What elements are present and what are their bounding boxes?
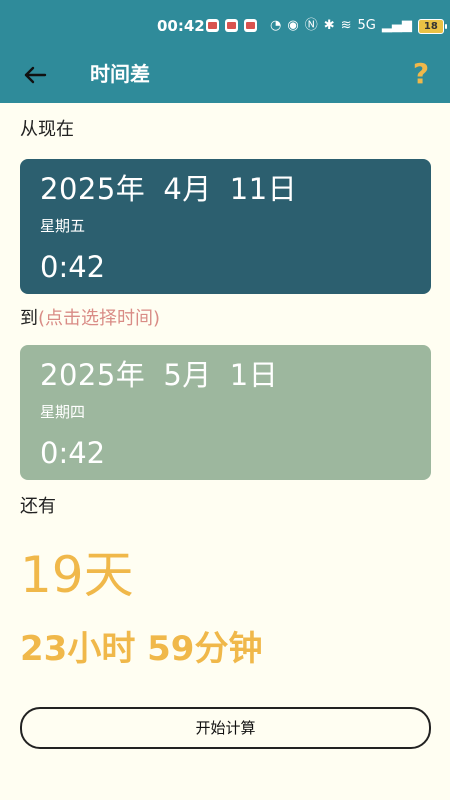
page-title: 时间差	[90, 62, 150, 86]
start-time-card[interactable]: 2025年 4月 11日 星期五 0:42	[20, 159, 431, 294]
status-bar: 00:42 ◔ ◉ Ⓝ ✱ ≋ 5G ▂▄▆ 18	[0, 14, 450, 40]
notification-icons	[206, 19, 257, 32]
bluetooth-icon: ✱	[323, 18, 335, 33]
notification-app-icon	[244, 19, 257, 32]
remaining-label: 还有	[20, 496, 56, 517]
from-label: 从现在	[20, 119, 74, 140]
start-weekday: 星期五	[40, 217, 86, 235]
speed-icon: ◔	[270, 18, 282, 33]
start-month: 4月	[163, 172, 212, 206]
nfc-icon: Ⓝ	[304, 18, 318, 33]
start-year: 2025年	[40, 172, 146, 206]
result-days: 19天	[20, 546, 134, 604]
notification-app-icon	[206, 19, 219, 32]
notification-app-icon	[225, 19, 238, 32]
start-calculation-button[interactable]: 开始计算	[20, 707, 431, 749]
signal-icon: ▂▄▆	[381, 18, 412, 33]
status-time: 00:42	[157, 17, 205, 35]
end-time: 0:42	[40, 436, 106, 470]
system-status-icons: ◔ ◉ Ⓝ ✱ ≋ 5G ▂▄▆ 18	[270, 18, 447, 34]
end-day: 1日	[229, 358, 279, 392]
select-time-hint: (点击选择时间)	[38, 308, 161, 329]
arrow-left-icon	[24, 66, 47, 84]
start-day: 11日	[229, 172, 298, 206]
to-label: 到(点击选择时间)	[20, 307, 160, 331]
start-time: 0:42	[40, 250, 106, 284]
end-time-card[interactable]: 2025年 5月 1日 星期四 0:42	[20, 345, 431, 480]
end-month: 5月	[163, 358, 212, 392]
network-type: 5G	[357, 18, 376, 33]
eye-icon: ◉	[287, 18, 299, 33]
back-button[interactable]	[20, 60, 50, 90]
start-date: 2025年 4月 11日	[40, 171, 315, 207]
to-label-text: 到	[20, 308, 38, 329]
wifi-icon: ≋	[340, 18, 352, 33]
app-header: 00:42 ◔ ◉ Ⓝ ✱ ≋ 5G ▂▄▆ 18 时间差 ?	[0, 0, 450, 103]
end-year: 2025年	[40, 358, 146, 392]
end-date: 2025年 5月 1日	[40, 357, 296, 393]
battery-icon: 18	[417, 18, 447, 34]
question-mark-icon: ?	[412, 57, 430, 90]
result-hours-minutes: 23小时 59分钟	[20, 629, 263, 669]
end-weekday: 星期四	[40, 403, 86, 421]
help-button[interactable]: ?	[408, 58, 434, 90]
